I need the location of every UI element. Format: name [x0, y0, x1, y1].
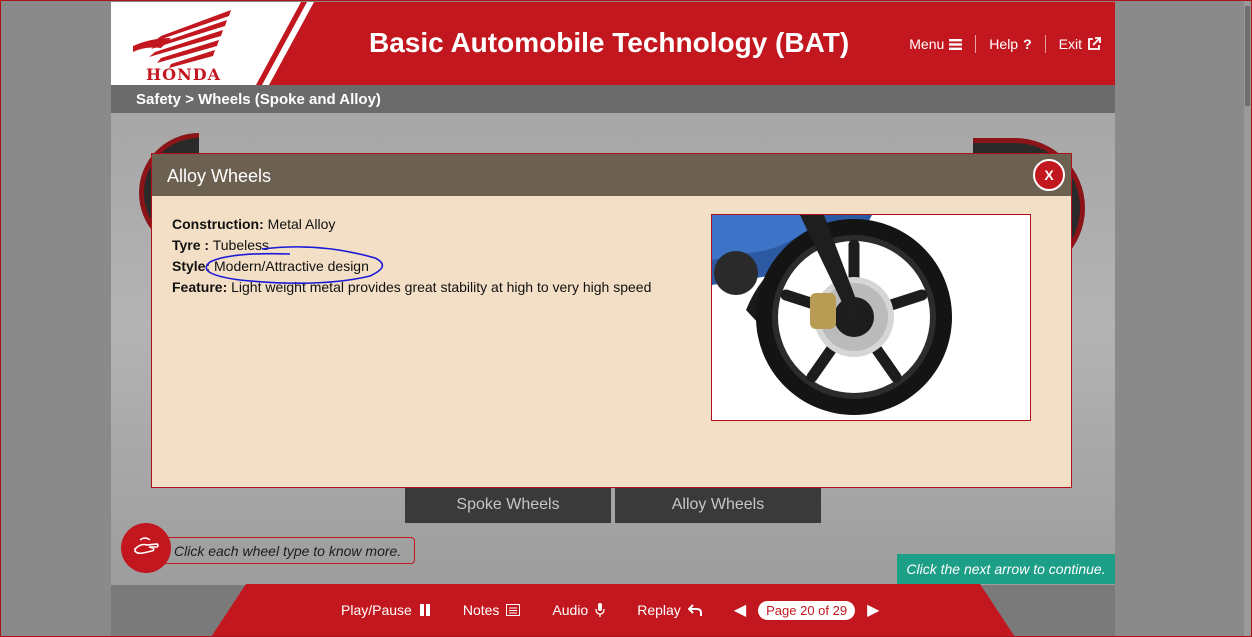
help-label: Help — [989, 36, 1019, 52]
header-bar: HONDA Basic Automobile Technology (BAT) … — [111, 2, 1115, 85]
next-page-arrow-icon[interactable]: ▶ — [867, 600, 879, 620]
pager: ◀ Page 20 of 29 ▶ — [734, 600, 879, 620]
alloy-wheel-image — [711, 214, 1031, 421]
pause-icon — [419, 604, 430, 616]
alloy-wheels-modal: Alloy Wheels X Construction: Metal Alloy… — [151, 153, 1072, 488]
notes-button[interactable]: Notes — [463, 602, 521, 618]
exit-label: Exit — [1058, 36, 1082, 52]
continue-banner: Click the next arrow to continue. — [897, 554, 1115, 584]
brand-logo-text: HONDA — [146, 65, 221, 84]
hint-text: Click each wheel type to know more. — [163, 537, 415, 564]
audio-label: Audio — [552, 602, 589, 618]
close-button[interactable]: X — [1033, 159, 1065, 191]
external-link-icon — [1088, 37, 1101, 50]
microphone-icon — [595, 603, 605, 617]
spec-value: Metal Alloy — [267, 216, 336, 232]
replay-label: Replay — [637, 602, 681, 618]
replay-button[interactable]: Replay — [637, 602, 702, 618]
notes-label: Notes — [462, 602, 500, 618]
spec-label: Construction: — [172, 216, 264, 232]
modal-title: Alloy Wheels — [152, 154, 1071, 196]
alloy-wheels-button[interactable]: Alloy Wheels — [615, 487, 821, 523]
page-indicator: Page 20 of 29 — [758, 600, 856, 620]
spec-row: Construction: Metal Alloy — [172, 216, 651, 237]
hamburger-icon — [949, 38, 963, 50]
replay-arrow-icon — [687, 604, 702, 616]
page-scrollbar[interactable] — [1244, 0, 1252, 637]
play-pause-label: Play/Pause — [341, 602, 412, 618]
menu-label: Menu — [909, 36, 945, 52]
nav-divider — [1044, 35, 1046, 53]
audio-button[interactable]: Audio — [552, 602, 605, 618]
spoke-wheels-button[interactable]: Spoke Wheels — [405, 487, 611, 523]
footer-controls: Play/Pause Notes Audio Replay ◀ Page 20 … — [341, 600, 879, 620]
question-icon: ? — [1023, 36, 1032, 52]
nav-divider — [975, 35, 977, 53]
play-pause-button[interactable]: Play/Pause — [341, 602, 431, 618]
exit-button[interactable]: Exit — [1059, 36, 1101, 52]
handwritten-circle-annotation — [205, 246, 384, 284]
previous-page-arrow-icon[interactable]: ◀ — [734, 600, 746, 620]
app-title: Basic Automobile Technology (BAT) — [369, 27, 850, 58]
scrollbar-thumb[interactable] — [1245, 6, 1250, 106]
honda-wing-logo-icon — [133, 10, 231, 68]
notes-icon — [506, 604, 521, 616]
menu-button[interactable]: Menu — [909, 36, 963, 52]
top-nav: Menu Help ? Exit — [909, 35, 1101, 53]
help-button[interactable]: Help ? — [989, 36, 1031, 52]
touch-hand-icon — [121, 523, 171, 573]
breadcrumb: Safety > Wheels (Spoke and Alloy) — [111, 85, 1115, 113]
